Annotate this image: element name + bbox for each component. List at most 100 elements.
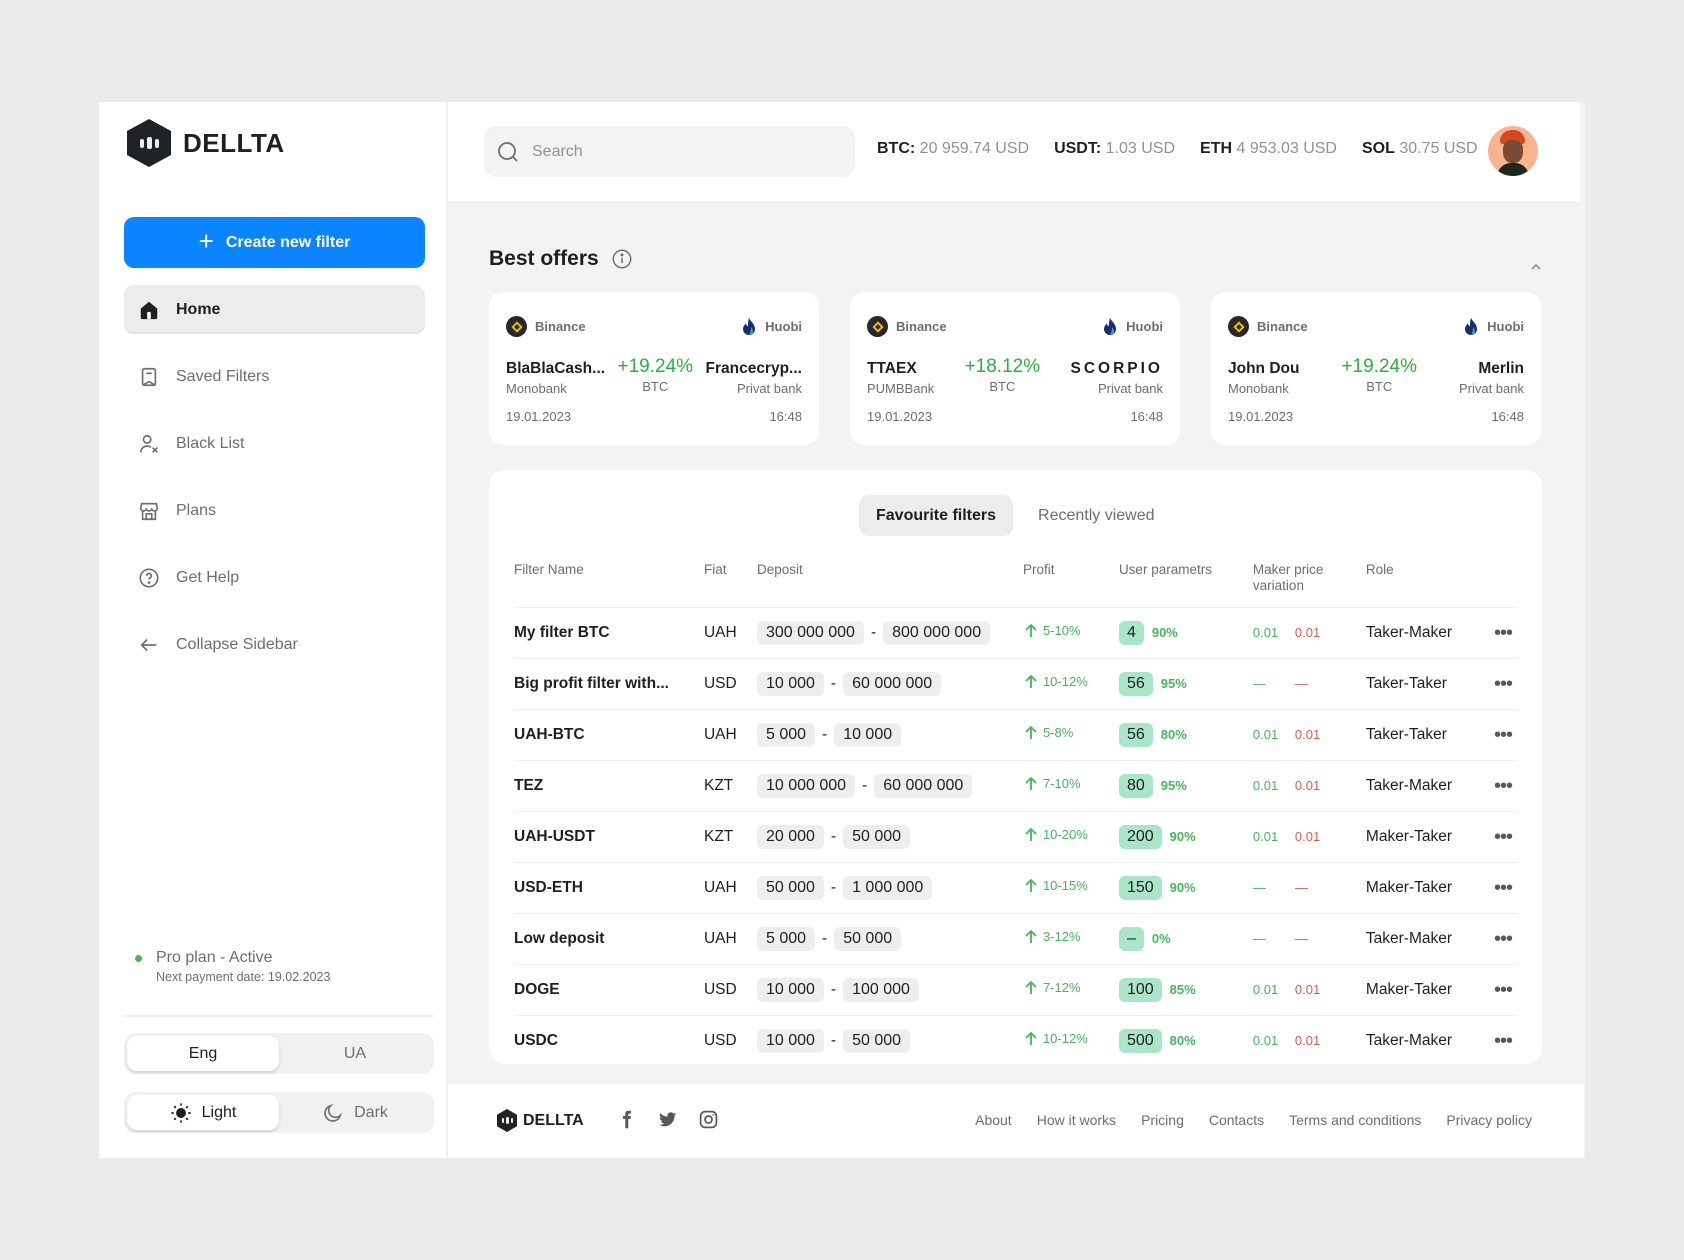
table-row[interactable]: Big profit filter with... USD 10 000-60 00… (514, 658, 1518, 710)
offer-currency: BTC (1366, 379, 1393, 394)
filter-name: UAH-USDT (514, 811, 704, 863)
user-avatar[interactable] (1488, 126, 1538, 176)
search-box[interactable] (484, 126, 855, 177)
table-row[interactable]: UAH-USDT KZT 20 000-50 000 10-20% 200 90% 0.01… (514, 811, 1518, 863)
instagram-icon[interactable] (698, 1109, 719, 1130)
deposit-max: 60 000 000 (874, 774, 973, 798)
more-options-icon[interactable]: ••• (1493, 658, 1518, 710)
more-options-icon[interactable]: ••• (1493, 913, 1518, 965)
user-parameters: 100 85% (1118, 964, 1253, 1016)
language-option-eng[interactable]: Eng (127, 1036, 279, 1071)
table-row[interactable]: TEZ KZT 10 000 000-60 000 000 7-10% 80 95% 0.0… (514, 760, 1518, 812)
deposit-range: 20 000-50 000 (756, 811, 1023, 863)
column-header-role[interactable]: Role (1365, 554, 1494, 608)
footer-logo[interactable]: DELLTA (497, 1109, 584, 1132)
sidebar-item-saved-filters[interactable]: Saved Filters (124, 352, 425, 401)
logo[interactable]: DELLTA (127, 119, 285, 167)
offer-card[interactable]: Binance Huobi TTAEX PUMBBank +18.12% BTC S… (850, 292, 1180, 445)
maker-price-variation: 0.01 0.01 (1252, 607, 1366, 659)
range-separator: - (862, 777, 868, 794)
offer-right-name: Merlin (1478, 360, 1524, 377)
plus-icon: + (198, 226, 214, 256)
twitter-icon[interactable] (657, 1109, 678, 1130)
footer-link-about[interactable]: About (975, 1112, 1012, 1128)
huobi-icon (743, 317, 756, 335)
offer-card[interactable]: Binance Huobi John Dou Monobank +19.24% BT… (1211, 292, 1541, 445)
maker-price-max: — (1294, 676, 1308, 691)
exchange-huobi: Huobi (1463, 317, 1524, 337)
more-options-icon[interactable]: ••• (1493, 709, 1518, 761)
offer-time: 16:48 (1491, 409, 1524, 424)
role: Taker-Maker (1365, 1032, 1453, 1050)
language-option-ua[interactable]: UA (279, 1036, 431, 1071)
range-separator: - (830, 981, 837, 998)
profit: 10-12% (1023, 1016, 1119, 1067)
tab-favourite-filters[interactable]: Favourite filters (859, 495, 1014, 536)
exchange-binance: Binance (867, 316, 947, 337)
ticker-sol: SOL 30.75 USD (1361, 140, 1478, 157)
table-row[interactable]: DOGE USD 10 000-100 000 7-12% 100 85% 0.01 0.01… (514, 964, 1518, 1016)
footer-link-contacts[interactable]: Contacts (1209, 1112, 1264, 1128)
footer-link-pricing[interactable]: Pricing (1141, 1112, 1184, 1128)
user-percent: 80% (1169, 1033, 1196, 1049)
table-row[interactable]: USDC USD 10 000-50 000 10-12% 500 80% 0.01 0.01… (514, 1016, 1518, 1067)
filter-name: Low deposit (514, 913, 704, 965)
more-options-icon[interactable]: ••• (1493, 760, 1518, 812)
sidebar-item-home[interactable]: Home (124, 285, 425, 334)
facebook-icon[interactable] (616, 1109, 637, 1130)
deposit-range: 10 000-60 000 000 (756, 658, 1023, 710)
user-count-badge: 200 (1118, 825, 1162, 849)
exchange-binance: Binance (1228, 316, 1308, 337)
sidebar-item-collapse-sidebar[interactable]: Collapse Sidebar (124, 620, 425, 669)
more-options-icon[interactable]: ••• (1493, 811, 1518, 863)
column-header-deposit[interactable]: Deposit (756, 554, 1023, 608)
sidebar-item-black-list[interactable]: Black List (124, 419, 425, 468)
arrow-up-icon (1025, 623, 1037, 637)
fiat: KZT (703, 811, 757, 863)
table-row[interactable]: USD-ETH UAH 50 000-1 000 000 10-15% 150 90% — —… (514, 862, 1518, 914)
footer-link-terms[interactable]: Terms and conditions (1289, 1112, 1421, 1128)
column-header-profit[interactable]: Profit (1022, 554, 1119, 608)
table-row[interactable]: UAH-BTC UAH 5 000-10 000 5-8% 56 80% 0.01 0.01 T… (514, 709, 1518, 761)
moon-icon (324, 1103, 343, 1122)
sidebar-item-get-help[interactable]: Get Help (124, 553, 425, 602)
more-options-icon[interactable]: ••• (1494, 1016, 1518, 1067)
ticker-usdt: USDT: 1.03 USD (1054, 140, 1176, 157)
info-icon[interactable] (611, 248, 633, 270)
profit: 7-12% (1022, 964, 1119, 1016)
theme-option-dark[interactable]: Dark (279, 1095, 431, 1130)
ticker-eth: ETH 4 953.03 USD (1200, 140, 1337, 157)
range-separator: - (830, 1032, 837, 1050)
more-options-icon[interactable]: ••• (1493, 862, 1518, 914)
maker-price-min: 0.01 (1252, 982, 1279, 997)
chevron-up-icon[interactable] (1528, 259, 1544, 275)
deposit-min: 5 000 (756, 927, 816, 951)
theme-option-light[interactable]: Light (127, 1095, 279, 1130)
table-row[interactable]: My filter BTC UAH 300 000 000-800 000 000 5… (514, 607, 1518, 659)
table-row[interactable]: Low deposit UAH 5 000-50 000 3-12% –0% — — Take… (514, 913, 1518, 965)
column-header-filter-name[interactable]: Filter Name (514, 554, 704, 608)
more-options-icon[interactable]: ••• (1493, 964, 1518, 1016)
tab-recently-viewed[interactable]: Recently viewed (1021, 495, 1172, 536)
footer-link-how-it-works[interactable]: How it works (1037, 1112, 1116, 1128)
footer-link-privacy[interactable]: Privacy policy (1446, 1112, 1532, 1128)
user-parameters: 56 80% (1118, 709, 1253, 761)
filter-name: USDC (514, 1032, 558, 1050)
table-body: My filter BTC UAH 300 000 000-800 000 000 5… (514, 607, 1518, 1067)
more-options-icon[interactable]: ••• (1493, 607, 1518, 659)
sidebar-nav: Home Saved Filters Black List Plans Get … (124, 285, 425, 687)
search-input[interactable] (532, 142, 832, 161)
logo-icon (127, 119, 171, 167)
column-header-maker-price-variation[interactable]: Maker price variation (1252, 554, 1366, 608)
sidebar-item-label: Saved Filters (176, 367, 270, 385)
offer-time: 16:48 (769, 409, 802, 424)
column-header-fiat[interactable]: Fiat (703, 554, 757, 608)
offer-card[interactable]: Binance Huobi BlaBlaCash... Monobank +19.… (489, 292, 819, 445)
column-header-user-parameters[interactable]: User parametrs (1118, 554, 1253, 608)
arrow-up-icon (1025, 776, 1037, 790)
create-new-filter-button[interactable]: + Create new filter (124, 217, 425, 268)
deposit-min: 10 000 000 (756, 774, 856, 798)
range-separator: - (870, 624, 877, 641)
sidebar-item-plans[interactable]: Plans (124, 486, 425, 535)
offer-time: 16:48 (1130, 409, 1163, 424)
